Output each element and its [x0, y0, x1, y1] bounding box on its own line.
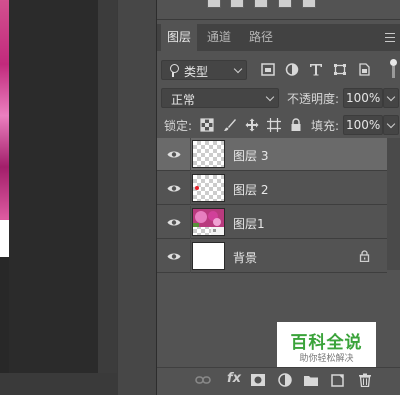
blend-mode-label: 正常 [171, 93, 196, 107]
fill-slider-button[interactable] [383, 115, 399, 135]
visibility-eye-icon[interactable] [167, 150, 181, 159]
adjustment-filter-icon[interactable] [285, 63, 299, 76]
link-layers-icon[interactable] [195, 373, 211, 387]
tab-paths[interactable]: 路径 [243, 24, 279, 51]
opacity-input[interactable]: 100% [343, 88, 383, 108]
tab-channels[interactable]: 通道 [201, 24, 237, 51]
chevron-down-icon [386, 92, 396, 102]
watermark-badge: 百科全说 助你轻松解决 [277, 322, 376, 368]
fill-label: 填充: [311, 119, 340, 133]
smart-object-filter-icon[interactable] [357, 63, 371, 76]
visibility-eye-icon[interactable] [167, 184, 181, 193]
layer-name: 图层1 [233, 217, 265, 231]
document-canvas-area[interactable] [0, 0, 117, 395]
layer-thumbnail [192, 140, 225, 168]
search-icon [170, 64, 179, 77]
lock-position-icon[interactable] [245, 118, 259, 132]
canvas-image-white-edge [0, 220, 9, 257]
chevron-down-icon [386, 119, 396, 129]
layer-row[interactable]: 图层 2 [157, 172, 387, 205]
shape-filter-icon[interactable] [333, 63, 347, 76]
add-mask-icon[interactable] [250, 373, 266, 387]
layer-name: 背景 [233, 251, 258, 265]
canvas-status-bar [0, 373, 117, 395]
panel-menu-icon[interactable] [385, 33, 395, 42]
layers-panel: 图层 通道 路径 类型 正常 不透明度: 100% 锁定: 填充: 100% 图… [156, 0, 400, 395]
lock-row: 锁定: 填充: 100% [157, 115, 400, 137]
lock-label: 锁定: [164, 119, 193, 133]
type-filter-icon[interactable] [309, 63, 323, 76]
visibility-eye-icon[interactable] [167, 252, 181, 261]
layer-name: 图层 3 [233, 149, 269, 163]
layer-lock-icon [359, 250, 370, 262]
filter-kind-dropdown[interactable]: 类型 [161, 60, 247, 80]
new-layer-icon[interactable] [330, 373, 346, 387]
blend-mode-dropdown[interactable]: 正常 [161, 88, 279, 108]
panel-dock-gutter [117, 0, 156, 395]
canvas-pasteboard [9, 0, 98, 373]
opacity-label: 不透明度: [287, 92, 340, 106]
layer-thumbnail [192, 208, 225, 236]
canvas-image-edge [0, 0, 9, 257]
layer-style-fx-button[interactable]: fx [227, 371, 241, 386]
adjustment-curves-icon[interactable] [207, 0, 221, 8]
watermark-subtitle: 助你轻松解决 [299, 354, 354, 364]
layer-filter-row: 类型 [157, 58, 400, 80]
adjustment-vibrance-icon[interactable] [254, 0, 268, 8]
layer-name: 图层 2 [233, 183, 269, 197]
lock-image-pixels-icon[interactable] [223, 118, 237, 132]
filter-toggle-switch[interactable] [390, 59, 397, 79]
fill-input[interactable]: 100% [343, 115, 383, 135]
tab-layers[interactable]: 图层 [161, 24, 197, 51]
adjustments-strip [157, 0, 400, 20]
layer-row[interactable]: 图层1 [157, 206, 387, 239]
flower-photo-thumbnail [193, 209, 224, 235]
adjustment-gradient-map-icon[interactable] [302, 0, 316, 8]
canvas-vertical-scrollbar[interactable] [98, 0, 117, 373]
opacity-slider-button[interactable] [383, 88, 399, 108]
lock-artboard-icon[interactable] [267, 118, 281, 132]
visibility-eye-icon[interactable] [167, 218, 181, 227]
layers-bottom-toolbar: fx [157, 367, 400, 395]
new-adjustment-layer-icon[interactable] [277, 373, 293, 387]
layer-row[interactable]: 背景 [157, 240, 387, 273]
delete-layer-trash-icon[interactable] [357, 373, 373, 387]
pixel-filter-icon[interactable] [261, 63, 275, 76]
chevron-down-icon [265, 92, 275, 102]
layer-thumbnail [192, 174, 225, 202]
layers-list: 图层 3 图层 2 图层1 背景 [157, 138, 387, 273]
watermark-title: 百科全说 [290, 333, 363, 353]
panel-tabs: 图层 通道 路径 [157, 24, 400, 51]
layer-thumbnail [192, 242, 225, 270]
red-dot-mark [195, 186, 199, 190]
blend-mode-row: 正常 不透明度: 100% [157, 87, 400, 109]
filter-kind-label: 类型 [184, 65, 209, 79]
lock-all-icon[interactable] [289, 118, 303, 132]
adjustment-bw-icon[interactable] [278, 0, 292, 8]
chevron-down-icon [233, 64, 243, 74]
new-group-folder-icon[interactable] [303, 373, 319, 387]
layer-row[interactable]: 图层 3 [157, 138, 387, 171]
layers-list-scrollbar[interactable] [387, 138, 400, 270]
adjustment-levels-icon[interactable] [230, 0, 244, 8]
lock-transparent-pixels-icon[interactable] [200, 118, 214, 132]
